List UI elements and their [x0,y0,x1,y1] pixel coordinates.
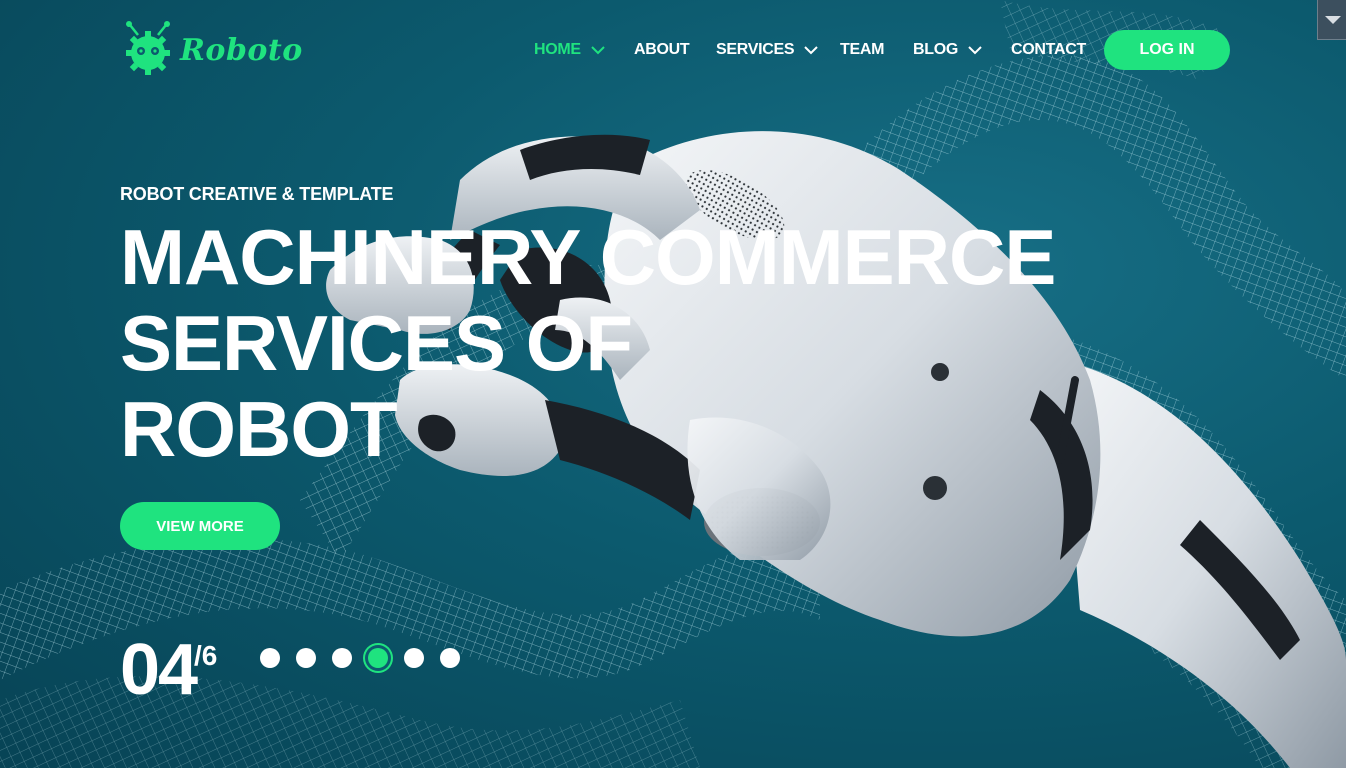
slider-dot-6[interactable] [440,648,460,668]
nav-team[interactable]: TEAM [840,38,884,62]
slide-counter: 04 /6 [120,628,217,712]
slider-dot-5[interactable] [404,648,424,668]
slider-dot-2[interactable] [296,648,316,668]
site-header: Roboto HOME ABOUT SERVICES TEAM BLOG CON… [0,0,1346,100]
nav-services-label: SERVICES [716,41,795,58]
nav-contact[interactable]: CONTACT [1011,38,1086,62]
brand-logo[interactable]: Roboto [118,18,303,82]
caret-down-icon [1324,15,1341,24]
slide-counter-current: 04 [120,630,198,710]
nav-home[interactable]: HOME [534,38,605,62]
slider-dot-4[interactable] [368,648,388,668]
hero-title-line-3: ROBOT [120,385,398,473]
nav-blog-label: BLOG [913,41,959,58]
robot-gear-icon [126,21,170,75]
nav-about[interactable]: ABOUT [634,38,690,62]
hero-subtitle: ROBOT CREATIVE & TEMPLATE [120,184,394,204]
hero-title-line-1: MACHINERY COMMERCE [120,213,1056,301]
nav-contact-label: CONTACT [1011,41,1086,58]
hero-title-line-2: SERVICES OF [120,299,633,387]
nav-home-label: HOME [534,41,581,58]
brand-name: Roboto [180,32,303,68]
chevron-down-icon [804,45,818,54]
login-button[interactable]: LOG IN [1104,30,1230,70]
hero-title: MACHINERY COMMERCE SERVICES OF ROBOT [120,213,1056,473]
nav-blog[interactable]: BLOG [913,38,982,62]
slider-dot-3[interactable] [332,648,352,668]
chevron-down-icon [591,45,605,54]
chevron-down-icon [968,45,982,54]
nav-services[interactable]: SERVICES [716,38,818,62]
nav-team-label: TEAM [840,41,885,58]
slider-dot-1[interactable] [260,648,280,668]
nav-about-label: ABOUT [634,41,690,58]
view-more-button[interactable]: VIEW MORE [120,502,280,550]
slide-counter-total: /6 [194,640,218,671]
corner-dropdown-toggle[interactable] [1317,0,1346,40]
